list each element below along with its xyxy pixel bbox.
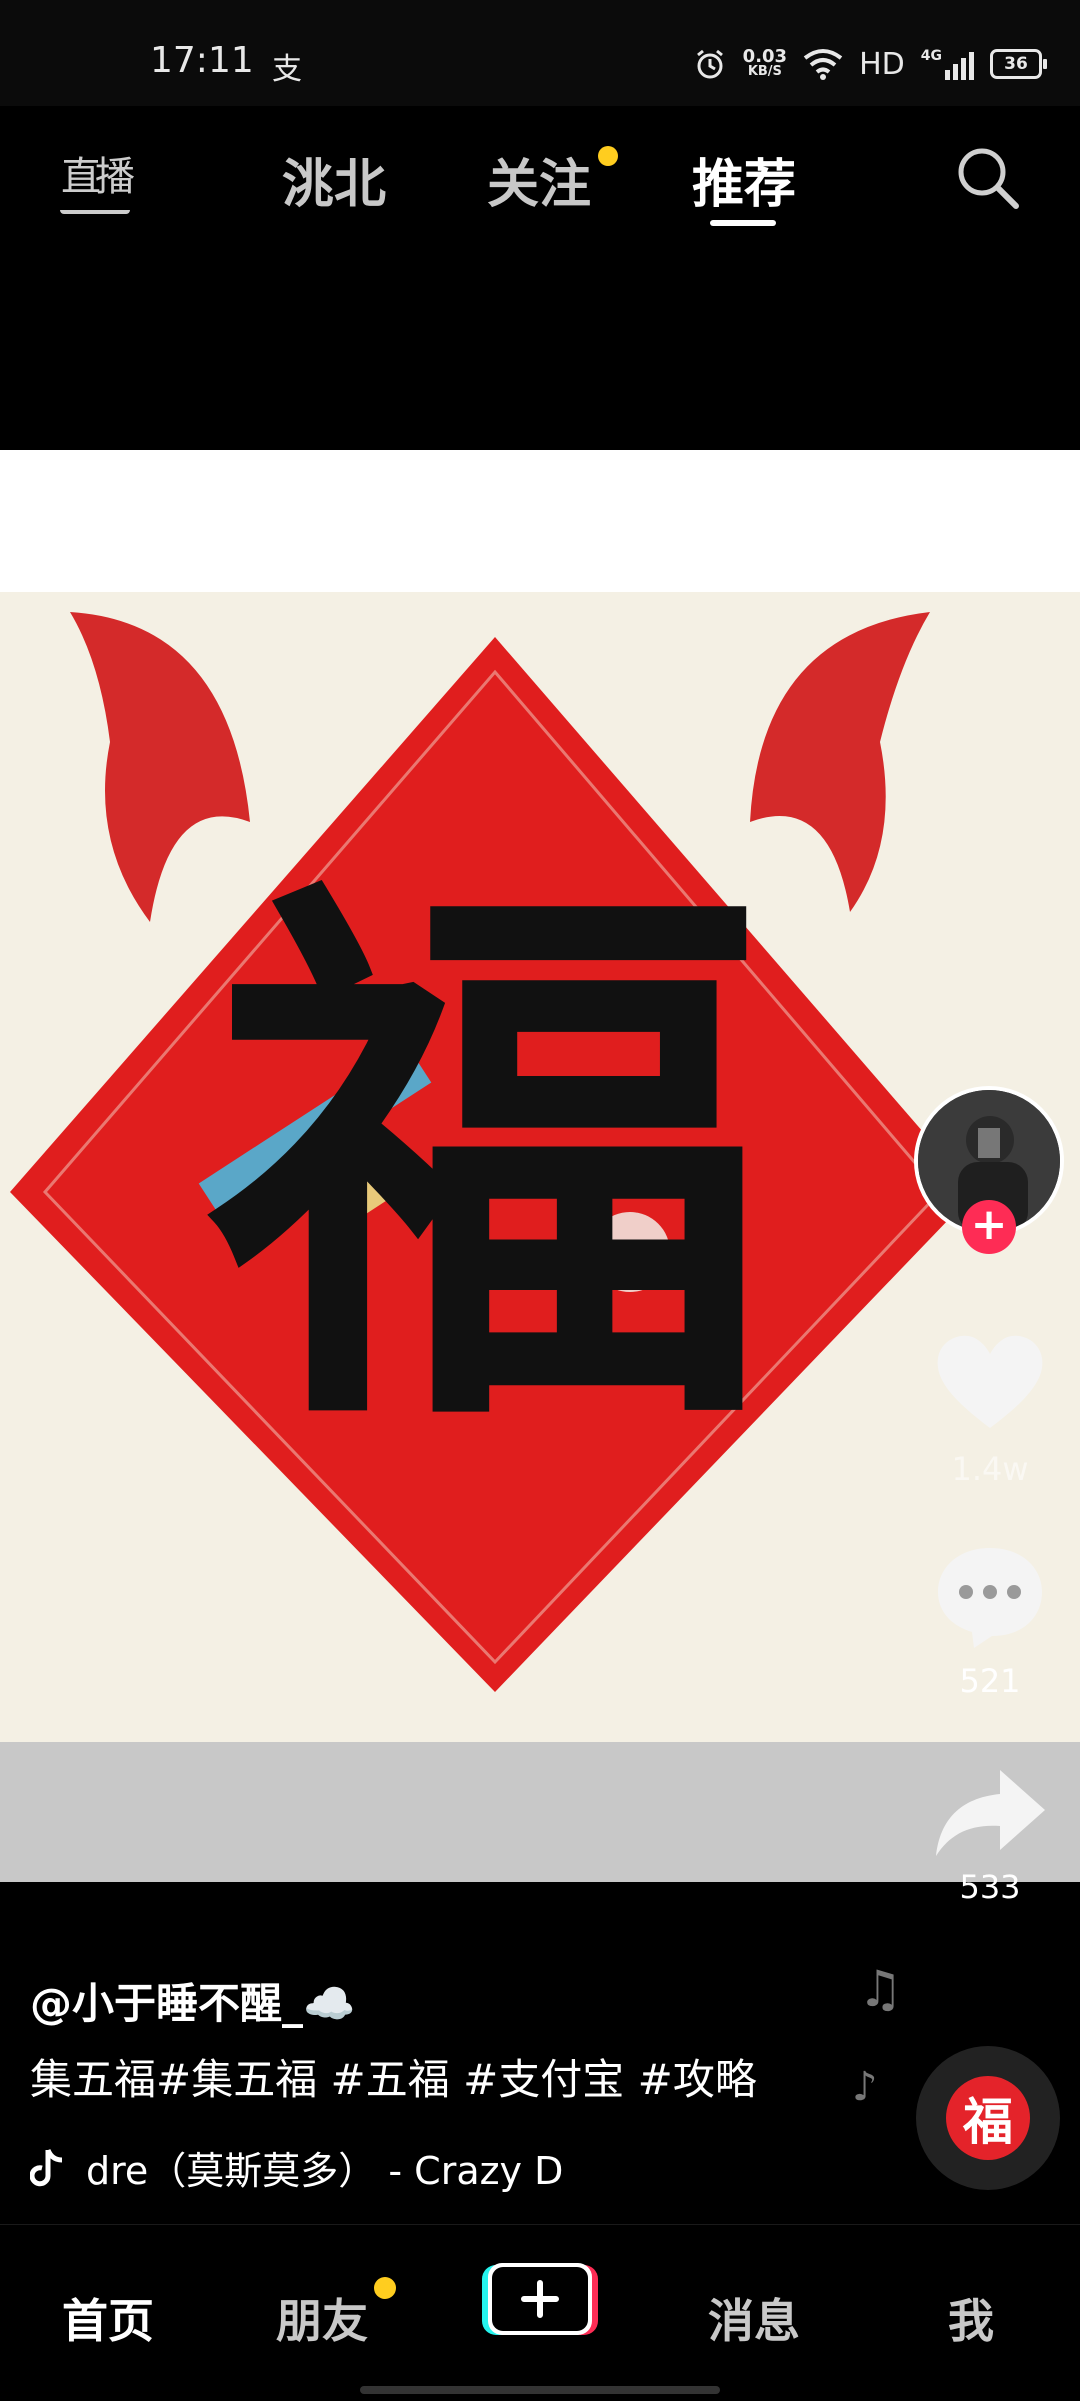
comment-icon[interactable]: [930, 1540, 1050, 1650]
alarm-icon: [696, 49, 723, 79]
network-speed-unit: KB/S: [747, 64, 782, 79]
nav-me[interactable]: 我: [948, 2285, 994, 2351]
cell-signal-icon: 4G: [921, 48, 974, 80]
tiktok-note-icon: [30, 2148, 63, 2186]
nav-home[interactable]: 首页: [62, 2285, 154, 2351]
music-disc-cover: 福: [946, 2076, 1030, 2160]
status-indicators: 0.03 KB/S HD 4G 36: [693, 44, 1047, 84]
video-character: 福: [210, 833, 770, 1491]
notification-dot: [598, 146, 618, 166]
comment-count: 521: [959, 1662, 1021, 1700]
friends-notification-dot: [374, 2277, 396, 2299]
author-name[interactable]: @小于睡不醒_☁️: [30, 1970, 355, 2031]
share-icon[interactable]: [930, 1760, 1050, 1870]
status-time: 17:11: [150, 40, 254, 81]
active-tab-indicator: [710, 220, 776, 226]
nav-messages[interactable]: 消息: [708, 2285, 800, 2351]
music-info[interactable]: dre（莫斯莫多） - Crazy D: [30, 2140, 563, 2195]
like-count: 1.4w: [951, 1450, 1029, 1488]
video-white-band: [0, 450, 1080, 592]
wifi-icon: [803, 49, 843, 80]
music-note-icon-small: ♪: [852, 2064, 878, 2110]
nav-friends[interactable]: 朋友: [276, 2285, 368, 2351]
video-top-band: [0, 246, 1080, 450]
tab-city[interactable]: 洮北: [282, 142, 386, 217]
share-count: 533: [959, 1868, 1021, 1906]
battery-icon: 36: [990, 49, 1047, 79]
home-indicator: [360, 2386, 720, 2394]
alipay-icon: 支: [272, 52, 302, 87]
status-bar: 17:11 支 0.03 KB/S HD 4G 36: [0, 0, 1080, 106]
live-button[interactable]: 直播: [60, 136, 135, 214]
follow-plus-button[interactable]: +: [962, 1200, 1016, 1254]
create-button[interactable]: [482, 2259, 598, 2339]
video-bottom-band: [0, 1742, 1080, 1882]
tab-following[interactable]: 关注: [487, 142, 591, 217]
music-disc[interactable]: 福: [916, 2046, 1060, 2190]
search-icon[interactable]: [952, 142, 1022, 212]
top-nav: 直播 洮北 关注 推荐: [0, 106, 1080, 246]
bottom-nav: 首页 朋友 消息 我: [0, 2224, 1080, 2401]
hd-badge: HD: [859, 46, 905, 82]
music-title: dre（莫斯莫多） - Crazy D: [86, 2149, 564, 2193]
tab-recommended[interactable]: 推荐: [692, 142, 796, 217]
signal-label: 4G: [920, 48, 942, 64]
music-note-icon: ♫: [858, 1960, 903, 2018]
network-speed-value: 0.03: [742, 46, 788, 67]
network-speed: 0.03 KB/S: [742, 46, 788, 80]
heart-icon[interactable]: [930, 1328, 1050, 1438]
video-description[interactable]: 集五福#集五福 #五福 #支付宝 #攻略: [30, 2046, 757, 2107]
